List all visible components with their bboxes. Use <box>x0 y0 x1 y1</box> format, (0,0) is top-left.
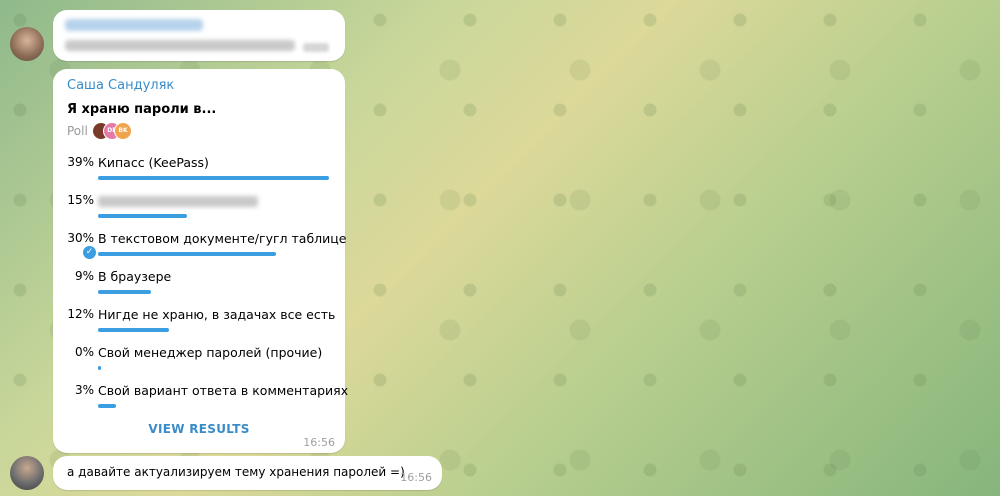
option-text: В текстовом документе/гугл таблице <box>98 231 347 246</box>
option-percent: 3% <box>74 383 94 397</box>
option-text: Свой вариант ответа в комментариях <box>98 383 349 398</box>
voter-avatar: BK <box>114 122 132 140</box>
poll-option[interactable]: 9% В браузере <box>53 269 345 307</box>
avatar[interactable] <box>10 27 44 61</box>
poll-option[interactable]: 39% Кипасс (KeePass) <box>53 155 345 193</box>
poll-option[interactable]: 12% Нигде не храню, в задачах все есть <box>53 307 345 345</box>
option-text: Кипасс (KeePass) <box>98 155 209 170</box>
poll-question: Я храню пароли в... <box>67 102 217 117</box>
option-text: Нигде не храню, в задачах все есть <box>98 307 336 322</box>
option-text-blurred <box>98 196 258 207</box>
option-text: Свой менеджер паролей (прочие) <box>98 345 323 360</box>
option-result-bar <box>98 214 187 218</box>
option-percent: 39% <box>67 155 94 169</box>
poll-option[interactable]: 15% <box>53 193 345 231</box>
option-percent: 9% <box>74 269 94 283</box>
option-percent: 30% <box>67 231 94 245</box>
message-timestamp: 16:56 <box>400 471 432 484</box>
poll-option[interactable]: 30% В текстовом документе/гугл таблице ✓ <box>53 231 347 269</box>
message-bubble-blurred[interactable] <box>53 10 345 61</box>
poll-message-bubble[interactable]: Саша Сандуляк Я храню пароли в... Poll D… <box>53 69 349 453</box>
message-text: а давайте актуализируем тему хранения па… <box>67 465 405 479</box>
option-percent: 0% <box>74 345 94 359</box>
poll-option[interactable]: 3% Свой вариант ответа в комментариях <box>53 383 349 421</box>
view-results-button[interactable]: VIEW RESULTS <box>53 422 345 436</box>
poll-type-label: Poll <box>67 124 88 138</box>
blurred-message-text <box>65 40 295 51</box>
option-result-bar <box>98 252 276 256</box>
sender-name[interactable]: Саша Сандуляк <box>67 78 174 93</box>
check-icon: ✓ <box>83 246 96 259</box>
option-percent: 15% <box>67 193 94 207</box>
message-timestamp: 16:56 <box>303 436 335 449</box>
poll-option[interactable]: 0% Свой менеджер паролей (прочие) <box>53 345 345 383</box>
option-result-bar <box>98 176 329 180</box>
option-result-bar <box>98 290 151 294</box>
option-result-bar <box>98 328 169 332</box>
blurred-sender-name <box>65 19 203 31</box>
option-result-bar <box>98 404 116 408</box>
blurred-timestamp <box>303 43 329 52</box>
avatar[interactable] <box>10 456 44 490</box>
option-percent: 12% <box>67 307 94 321</box>
message-bubble[interactable]: а давайте актуализируем тему хранения па… <box>53 456 442 490</box>
option-text: В браузере <box>98 269 172 284</box>
option-result-bar <box>98 366 101 370</box>
